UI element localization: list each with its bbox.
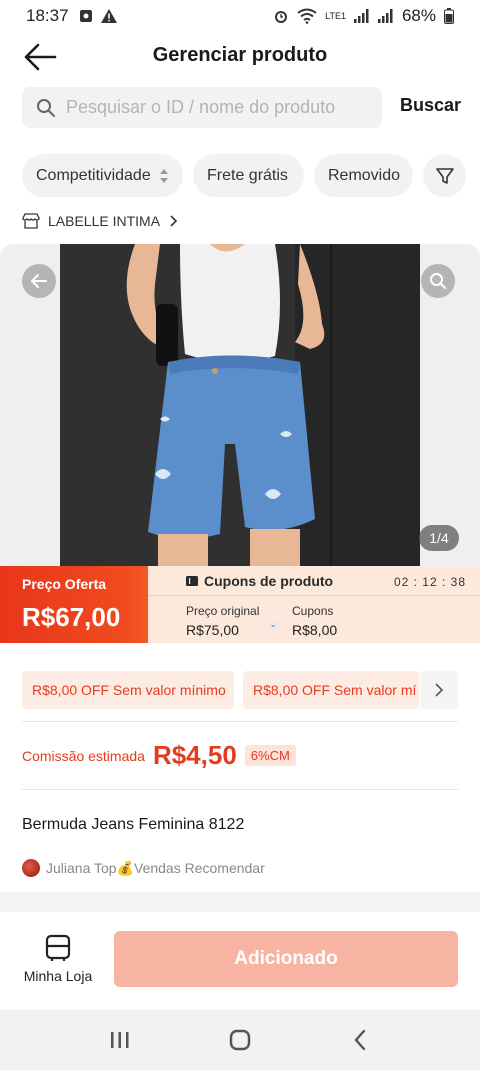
ticket-icon	[186, 576, 198, 586]
bottom-action-bar: Minha Loja Adicionado	[0, 912, 480, 1010]
commission-value: R$4,50	[152, 740, 237, 770]
coupon-panel: Cupons de produto 02 : 12 : 38 Preço ori…	[148, 566, 480, 643]
voucher-more-button[interactable]	[420, 671, 458, 709]
recent-apps-button[interactable]	[100, 1020, 140, 1060]
sort-icon	[159, 168, 169, 184]
filter-button[interactable]	[423, 154, 466, 197]
filter-bar: Competitividade Frete grátis Removido	[22, 154, 480, 197]
divider	[22, 789, 458, 790]
gallery-zoom-button[interactable]	[421, 264, 455, 298]
recommend-text: Juliana Top💰Vendas Recomendar	[46, 859, 265, 876]
coupon-title: Cupons de produto	[186, 573, 333, 589]
gallery-counter: 1/4	[419, 525, 459, 551]
my-store-button[interactable]: Minha Loja	[22, 934, 94, 984]
wifi-icon	[297, 8, 317, 24]
chevron-right-icon	[435, 683, 444, 697]
product-card: 1/4 Preço Oferta R$67,00 Cupons de produ…	[0, 244, 480, 904]
search-icon	[430, 273, 446, 289]
status-bar: 18:37 LTE1 68%	[0, 0, 480, 32]
warning-icon	[100, 9, 117, 23]
battery-percent: 68%	[401, 6, 436, 25]
recents-icon	[111, 1032, 129, 1048]
coupon-amount-label: Cupons	[292, 604, 334, 618]
voucher-chip[interactable]: R$8,00 OFF Sem valor mí	[243, 671, 419, 709]
search-input[interactable]	[66, 97, 356, 118]
filter-chip-label: Competitividade	[36, 166, 151, 184]
avatar	[22, 859, 40, 877]
funnel-icon	[435, 167, 454, 184]
original-price-label: Preço original	[186, 604, 260, 618]
recommend-row: Juliana Top💰Vendas Recomendar	[22, 859, 265, 877]
chevron-right-icon	[170, 215, 178, 227]
alarm-icon	[273, 8, 289, 24]
system-nav-bar	[0, 1010, 480, 1070]
filter-chip-competitividade[interactable]: Competitividade	[22, 154, 183, 197]
commission-row: Comissão estimada R$4,50 6%CM	[22, 740, 296, 771]
coupon-amount-value: R$8,00	[292, 622, 338, 638]
offer-price-value: R$67,00	[22, 602, 121, 632]
added-button[interactable]: Adicionado	[114, 931, 458, 987]
offer-price-label: Preço Oferta	[22, 576, 107, 592]
status-time: 18:37	[26, 6, 69, 25]
filter-chip-removido[interactable]: Removido	[314, 154, 413, 197]
product-name[interactable]: Bermuda Jeans Feminina 8122	[22, 816, 244, 834]
filter-chip-label: Removido	[328, 166, 401, 184]
filter-chip-label: Frete grátis	[207, 166, 288, 184]
store-name: LABELLE INTIMA	[48, 213, 161, 229]
search-box[interactable]	[22, 87, 382, 128]
home-icon	[229, 1029, 251, 1051]
gallery-prev-button[interactable]	[22, 264, 56, 298]
product-photo[interactable]	[60, 244, 420, 566]
voucher-list: R$8,00 OFF Sem valor mínimo R$8,00 OFF S…	[22, 671, 480, 709]
divider	[22, 721, 458, 722]
storefront-icon	[45, 934, 71, 961]
battery-icon	[444, 8, 454, 24]
signal-icon	[377, 9, 394, 23]
arrow-left-icon	[31, 274, 47, 288]
store-icon	[22, 213, 40, 229]
original-price-value: R$75,00	[186, 622, 239, 638]
image-notification-icon	[79, 9, 93, 23]
product-gallery[interactable]: 1/4	[0, 244, 480, 566]
countdown-timer: 02 : 12 : 38	[393, 575, 466, 589]
lte-label: LTE1	[325, 10, 346, 21]
my-store-label: Minha Loja	[23, 968, 93, 984]
commission-badge: 6%CM	[244, 745, 296, 766]
price-banner: Preço Oferta R$67,00 Cupons de produto 0…	[0, 566, 480, 643]
coupon-title-text: Cupons de produto	[204, 573, 334, 589]
section-gap	[0, 892, 480, 912]
search-icon	[37, 98, 55, 117]
signal-icon	[353, 9, 370, 23]
home-button[interactable]	[220, 1020, 260, 1060]
divider	[148, 595, 480, 596]
voucher-chip[interactable]: R$8,00 OFF Sem valor mínimo	[22, 671, 234, 709]
minus-sign: -	[268, 619, 278, 631]
chevron-left-icon	[354, 1029, 366, 1051]
store-row[interactable]: LABELLE INTIMA	[22, 211, 178, 231]
system-back-button[interactable]	[340, 1020, 380, 1060]
header: Gerenciar produto	[0, 36, 480, 78]
commission-label: Comissão estimada	[22, 747, 145, 764]
filter-chip-frete-gratis[interactable]: Frete grátis	[193, 154, 304, 197]
search-button[interactable]: Buscar	[400, 95, 461, 116]
page-title: Gerenciar produto	[152, 44, 328, 66]
